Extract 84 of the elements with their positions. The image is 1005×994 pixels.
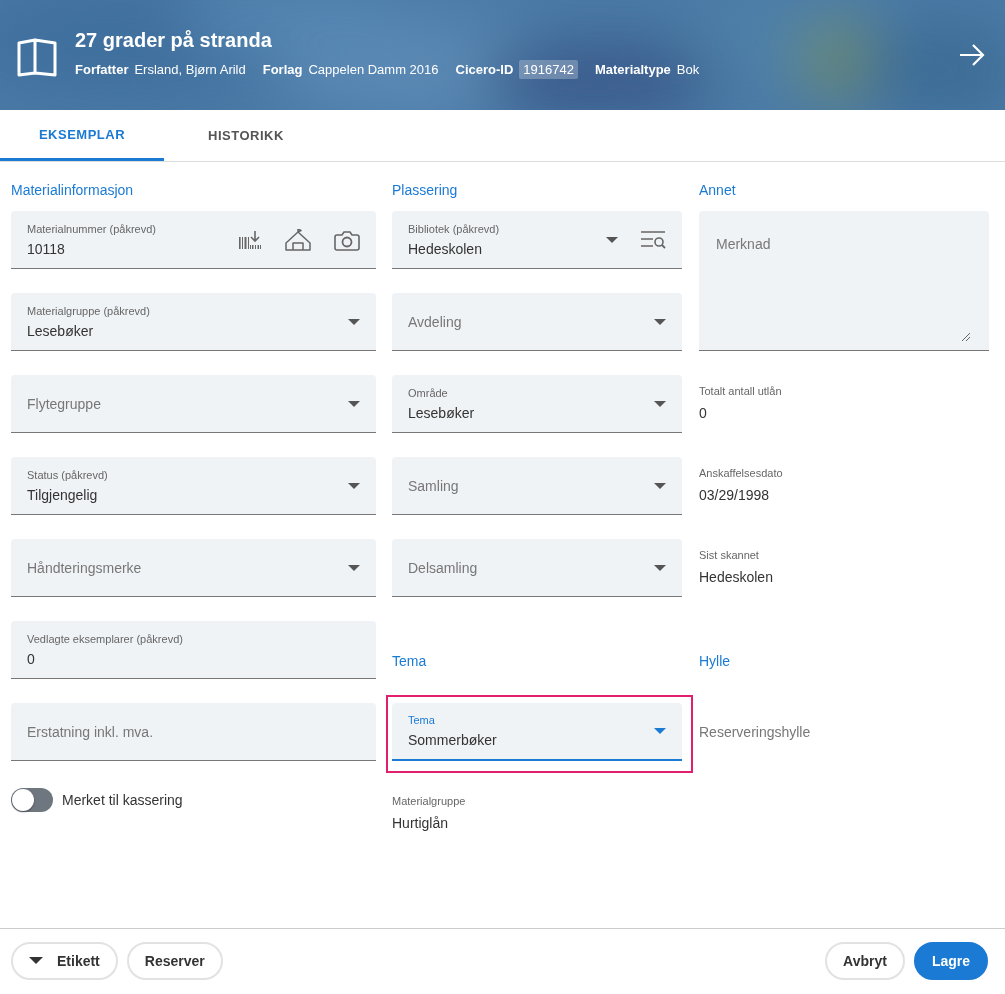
meta-value: Bok — [676, 62, 700, 77]
arrow-right-icon[interactable] — [958, 42, 985, 68]
dropdown-caret-icon[interactable] — [654, 400, 666, 407]
field-label: Anskaffelsesdato — [699, 467, 784, 479]
text-area[interactable]: Merknad — [699, 211, 989, 351]
meta-value: Ersland, Bjørn Arild — [134, 62, 246, 77]
field-value: Lesebøker — [408, 404, 476, 421]
field-label: Bibliotek (påkrevd) — [408, 222, 501, 235]
dropdown-caret-icon[interactable] — [348, 482, 360, 489]
field-value: Hedeskolen — [699, 569, 774, 585]
field-label: Materialgruppe — [392, 795, 467, 807]
section-title: Plassering — [392, 182, 459, 200]
meta-label: Forfatter — [75, 62, 129, 77]
dropdown-caret-icon[interactable] — [348, 400, 360, 407]
book-icon — [16, 36, 58, 78]
tab[interactable]: EKSEMPLAR — [0, 110, 164, 161]
dropdown-field[interactable]: Område Lesebøker — [392, 375, 682, 433]
dropdown-caret-icon[interactable] — [606, 236, 618, 243]
input-field[interactable]: Materialnummer (påkrevd) 10118 — [11, 211, 376, 269]
field-value: 03/29/1998 — [699, 487, 771, 503]
action-button[interactable]: Lagre — [913, 941, 988, 980]
field-value: 0 — [27, 650, 36, 667]
toggle-label: Merket til kassering — [62, 792, 183, 808]
dropdown-caret-icon[interactable] — [348, 318, 360, 325]
menu-button[interactable]: Etikett — [11, 941, 118, 980]
field-label: Tema — [408, 714, 436, 726]
dropdown-field[interactable]: Bibliotek (påkrevd) Hedeskolen — [392, 211, 682, 269]
field-placeholder: Delsamling — [408, 559, 479, 576]
resize-handle-icon[interactable] — [961, 332, 971, 342]
section-title: Hylle — [699, 653, 731, 671]
field-placeholder: Merknad — [716, 236, 772, 252]
dropdown-caret-icon[interactable] — [654, 318, 666, 325]
field-label: Status (påkrevd) — [27, 468, 109, 481]
field-value: Tilgjengelig — [27, 486, 99, 503]
section-title: Tema — [392, 653, 427, 671]
dropdown-field[interactable]: Samling — [392, 457, 682, 515]
field-value: Hedeskolen — [408, 240, 483, 257]
toggle-switch[interactable] — [11, 788, 53, 812]
field-placeholder: Avdeling — [408, 313, 463, 330]
input-field[interactable]: Erstatning inkl. mva. — [11, 703, 376, 761]
dropdown-caret-icon[interactable] — [348, 564, 360, 571]
field-value: Sommerbøker — [408, 732, 498, 748]
action-button[interactable]: Avbryt — [825, 941, 905, 980]
book-title: 27 grader på stranda — [75, 29, 273, 52]
field-value: 10118 — [27, 240, 66, 257]
dropdown-caret-icon[interactable] — [654, 564, 666, 571]
section-title: Materialinformasjon — [11, 182, 135, 200]
meta-label: Cicero-ID — [455, 62, 514, 77]
dropdown-field[interactable]: Håndteringsmerke — [11, 539, 376, 597]
field-label: Sist skannet — [699, 549, 760, 561]
tent-icon[interactable] — [285, 228, 311, 251]
meta-value: Cappelen Damm 2016 — [308, 62, 439, 77]
field-value: 0 — [699, 405, 708, 421]
field-label: Materialgruppe (påkrevd) — [27, 304, 151, 317]
input-field[interactable]: Vedlagte eksemplarer (påkrevd) 0 — [11, 621, 376, 679]
list-search-icon[interactable] — [641, 230, 666, 249]
meta-label: Materialtype — [594, 62, 671, 77]
dropdown-field[interactable]: Tema Sommerbøker — [392, 703, 682, 761]
dropdown-field[interactable]: Materialgruppe (påkrevd) Lesebøker — [11, 293, 376, 351]
dropdown-field[interactable]: Delsamling — [392, 539, 682, 597]
field-value: Hurtiglån — [392, 815, 450, 831]
dropdown-caret-icon[interactable] — [654, 728, 666, 734]
caret-icon[interactable] — [29, 957, 43, 964]
dropdown-field[interactable]: Avdeling — [392, 293, 682, 351]
field-label: Område — [408, 386, 449, 399]
camera-icon[interactable] — [334, 228, 360, 251]
field-placeholder: Samling — [408, 477, 460, 494]
tab[interactable]: HISTORIKK — [164, 110, 328, 161]
shelf-placeholder: Reserveringshylle — [699, 724, 811, 740]
field-label: Vedlagte eksemplarer (påkrevd) — [27, 632, 184, 645]
field-label: Materialnummer (påkrevd) — [27, 222, 157, 235]
meta-label: Forlag — [262, 62, 303, 77]
field-value: Lesebøker — [27, 322, 95, 339]
id-badge: 1916742 — [519, 60, 578, 79]
action-button[interactable]: Reserver — [126, 941, 223, 980]
field-label: Totalt antall utlån — [699, 385, 783, 397]
barcode-download-icon[interactable] — [238, 230, 262, 249]
dropdown-field[interactable]: Status (påkrevd) Tilgjengelig — [11, 457, 376, 515]
field-placeholder: Flytegruppe — [27, 395, 102, 412]
field-placeholder: Erstatning inkl. mva. — [27, 723, 155, 740]
dropdown-field[interactable]: Flytegruppe — [11, 375, 376, 433]
section-title: Annet — [699, 182, 737, 200]
dropdown-caret-icon[interactable] — [654, 482, 666, 489]
field-placeholder: Håndteringsmerke — [27, 559, 143, 576]
